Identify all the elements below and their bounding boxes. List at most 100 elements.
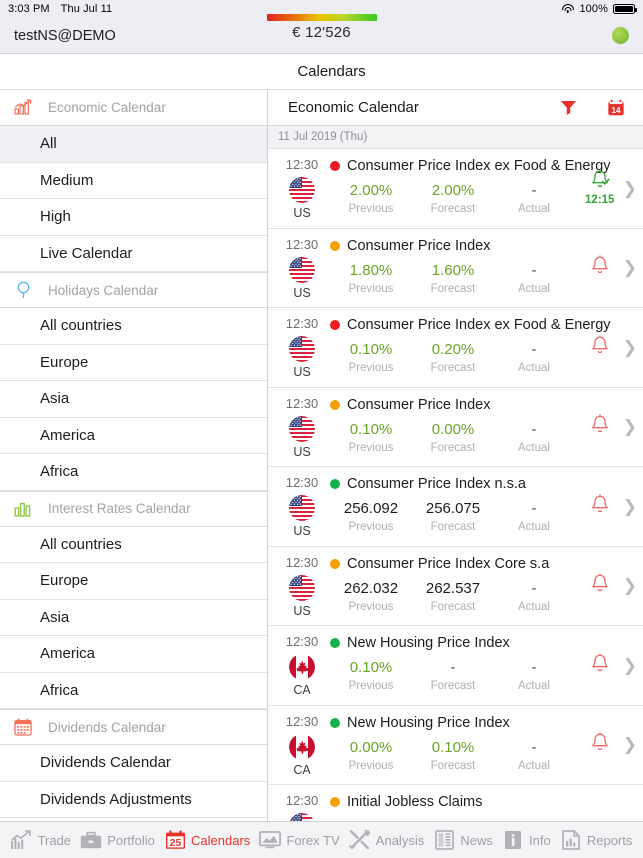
bell-icon[interactable] xyxy=(583,494,617,519)
sidebar-item-all[interactable]: All xyxy=(0,126,267,163)
sidebar-item-america[interactable]: America xyxy=(0,417,267,454)
event-actual-label: Actual xyxy=(518,600,550,613)
sidebar-item-asia[interactable]: Asia xyxy=(0,381,267,418)
info-icon xyxy=(502,829,524,851)
status-bar-right: 100% xyxy=(561,3,637,15)
sidebar-item-live-calendar[interactable]: Live Calendar xyxy=(0,235,267,272)
event-row[interactable]: 12:30 US Consumer Price xyxy=(268,149,643,229)
sidebar-item-asia[interactable]: Asia xyxy=(0,599,267,636)
chevron-right-icon[interactable]: ❯ xyxy=(623,577,637,594)
event-forecast-cell: 2.00% Forecast xyxy=(412,181,494,215)
tab-forex-tv[interactable]: Forex TV xyxy=(259,829,340,851)
tab-info[interactable]: Info xyxy=(502,829,551,851)
event-previous-value: 0.10% xyxy=(349,659,393,676)
holidays-calendar-icon xyxy=(12,280,34,300)
tab-label: Trade xyxy=(37,832,72,848)
tab-label: Calendars xyxy=(191,832,251,848)
chevron-right-icon[interactable]: ❯ xyxy=(623,418,637,435)
filter-icon[interactable] xyxy=(557,97,579,119)
event-previous-cell: 0.00% Previous xyxy=(330,738,412,772)
event-actual-label: Actual xyxy=(518,521,550,533)
event-previous-label: Previous xyxy=(348,600,394,613)
calendar-icon[interactable]: 14 xyxy=(605,97,627,119)
event-actual-value: - xyxy=(531,500,537,517)
sidebar-item-label: Asia xyxy=(40,608,70,626)
event-time: 12:30 xyxy=(285,713,319,729)
event-previous-cell: 262.032 Previous xyxy=(330,579,412,613)
event-country-code: US xyxy=(293,365,311,379)
event-row[interactable]: 12:30 US Consumer Price xyxy=(268,547,643,626)
sidebar-item-all-countries[interactable]: All countries xyxy=(0,526,267,563)
event-time-country: 12:30 US xyxy=(274,149,330,228)
event-country-code: CA xyxy=(293,762,311,777)
event-previous-label: Previous xyxy=(348,362,394,374)
event-row[interactable]: 12:30 US Consumer Price xyxy=(268,308,643,388)
event-row[interactable]: 12:30 USInitial Jobles xyxy=(268,785,643,821)
us-flag xyxy=(289,813,315,821)
sidebar-item-medium[interactable]: Medium xyxy=(0,162,267,199)
event-actions: 12:15 ❯ xyxy=(575,149,639,228)
sidebar-item-dividends-calendar[interactable]: Dividends Calendar xyxy=(0,745,267,782)
event-previous-value: 0.00% xyxy=(349,738,393,756)
events-list[interactable]: 12:30 US Consumer Price Index ex Food & … xyxy=(268,149,643,821)
event-values: 0.10% Previous 0.20% Forecast - Actual xyxy=(330,340,575,374)
content-title: Economic Calendar xyxy=(288,99,419,116)
event-previous-value: 1.80% xyxy=(349,261,393,279)
event-forecast-label: Forecast xyxy=(430,521,476,533)
sidebar-item-africa[interactable]: Africa xyxy=(0,672,267,709)
sidebar-item-europe[interactable]: Europe xyxy=(0,563,267,600)
sidebar-item-all-countries[interactable]: All countries xyxy=(0,308,267,345)
event-actual-cell: - Actual xyxy=(494,420,574,454)
event-title: Initial Jobless Claims xyxy=(347,794,483,810)
tab-calendars[interactable]: 25 Calendars xyxy=(164,829,250,851)
chevron-right-icon[interactable]: ❯ xyxy=(623,736,637,753)
chevron-right-icon[interactable]: ❯ xyxy=(623,498,637,515)
event-row[interactable]: 12:30 US Consumer Price xyxy=(268,388,643,467)
event-row[interactable]: 12:30 CA New Housing Price Index 0.10% Prev… xyxy=(268,626,643,706)
chevron-right-icon[interactable]: ❯ xyxy=(623,180,637,197)
event-values: 0.10% Previous - Forecast - Actual xyxy=(330,658,575,692)
bottom-tab-bar[interactable]: Trade Portfolio 25 Calendars Forex TV An… xyxy=(0,821,643,858)
tab-portfolio[interactable]: Portfolio xyxy=(80,829,155,851)
sidebar-item-africa[interactable]: Africa xyxy=(0,454,267,491)
bell-icon[interactable] xyxy=(583,255,617,280)
us-flag xyxy=(289,574,315,601)
sidebar-item-europe[interactable]: Europe xyxy=(0,344,267,381)
sidebar-item-america[interactable]: America xyxy=(0,636,267,673)
tab-analysis[interactable]: Analysis xyxy=(349,829,424,851)
status-bar-time: 3:03 PM xyxy=(8,3,50,15)
bell-checked-icon[interactable]: 12:15 xyxy=(583,169,617,208)
tv-monitor-icon xyxy=(259,829,282,851)
event-row[interactable]: 12:30 US Consumer Price xyxy=(268,229,643,308)
chevron-right-icon[interactable]: ❯ xyxy=(623,339,637,356)
tab-news[interactable]: News xyxy=(433,829,493,851)
sidebar-item-dividends-adjustments[interactable]: Dividends Adjustments xyxy=(0,781,267,818)
calendar-sidebar[interactable]: Economic Calendar All Medium High Live Calen… xyxy=(0,90,268,821)
battery-icon xyxy=(613,4,637,14)
sidebar-item-label: Africa xyxy=(40,463,79,481)
chevron-right-icon[interactable]: ❯ xyxy=(623,259,637,276)
briefcase-icon xyxy=(80,829,102,851)
event-details: Consumer Price Index n.s.a 256.092 Previou… xyxy=(330,467,575,546)
bell-icon[interactable] xyxy=(583,573,617,598)
bell-icon[interactable] xyxy=(583,653,617,678)
sidebar-item-high[interactable]: High xyxy=(0,199,267,236)
bell-icon[interactable] xyxy=(583,732,617,757)
tab-trade[interactable]: Trade xyxy=(11,829,71,851)
event-actual-label: Actual xyxy=(518,759,550,772)
bell-icon[interactable] xyxy=(583,414,617,439)
event-country-code: US xyxy=(293,285,311,300)
event-title-line: Initial Jobless Claims xyxy=(330,794,575,810)
tab-reports[interactable]: Reports xyxy=(560,829,632,851)
event-previous-cell: 256.092 Previous xyxy=(330,499,412,533)
account-name[interactable]: testNS@DEMO xyxy=(0,28,116,44)
event-row[interactable]: 12:30 US Consumer Price xyxy=(268,467,643,547)
event-row[interactable]: 12:30 CA New Housing Price Index 0.00% Prev… xyxy=(268,706,643,785)
event-time-country: 12:30 US xyxy=(274,229,330,308)
event-time-country: 12:30 US xyxy=(274,785,330,821)
bell-icon[interactable] xyxy=(583,335,617,360)
chevron-right-icon[interactable]: ❯ xyxy=(623,657,637,674)
impact-indicator-low xyxy=(330,638,340,648)
event-previous-value: 0.10% xyxy=(349,341,393,358)
connection-status-dot[interactable] xyxy=(612,27,629,44)
